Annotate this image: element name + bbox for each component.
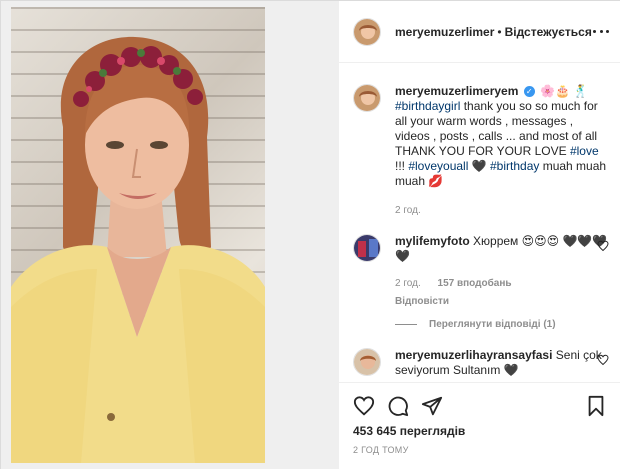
comments-section: meryemuzerlimeryem ✓ 🌸🎂 🕺 #birthdaygirl … <box>339 64 620 382</box>
caption-row: meryemuzerlimeryem ✓ 🌸🎂 🕺 #birthdaygirl … <box>353 84 609 218</box>
comment-icon[interactable] <box>387 395 409 417</box>
bookmark-icon[interactable] <box>585 395 607 417</box>
header-separator: • <box>497 24 502 39</box>
reply-button[interactable]: Відповісти <box>395 294 609 309</box>
verified-badge-icon: ✓ <box>523 86 535 98</box>
comment-text: meryemuzerlihayransayfasi Seni çok seviy… <box>395 348 609 378</box>
comment-username[interactable]: meryemuzerlihayransayfasi <box>395 348 552 362</box>
action-bar <box>353 395 607 419</box>
comment-meta: 2 год. 157 вподобань <box>395 276 609 291</box>
caption-time: 2 год. <box>395 205 421 216</box>
post-timestamp: 2 ГОД ТОМУ <box>353 445 409 455</box>
hashtag-loveyouall[interactable]: #loveyouall <box>408 159 468 173</box>
comment-text: mylifemyfoto Хюррем 😍😍😍 🖤🖤🖤🖤 2 год. 157 … <box>395 234 609 309</box>
comment-row: mylifemyfoto Хюррем 😍😍😍 🖤🖤🖤🖤 2 год. 157 … <box>353 234 609 309</box>
commenter-avatar[interactable] <box>353 348 381 376</box>
hashtag-love[interactable]: #love <box>570 144 599 158</box>
woman-portrait-image <box>11 36 265 463</box>
comment-likes[interactable]: 157 вподобань <box>438 278 512 289</box>
author-avatar[interactable] <box>353 17 381 46</box>
hashtag-birthdaygirl[interactable]: #birthdaygirl <box>395 99 460 113</box>
caption-text-3: 🖤 <box>468 159 490 173</box>
post-photo[interactable] <box>11 7 265 463</box>
comment-time: 2 год. <box>395 278 421 289</box>
instagram-post-modal: meryemuzerlimer • Відстежується meryemuz… <box>0 0 620 469</box>
caption-text: meryemuzerlimeryem ✓ 🌸🎂 🕺 #birthdaygirl … <box>395 84 609 218</box>
post-header: meryemuzerlimer • Відстежується <box>339 1 620 63</box>
post-media-panel <box>1 1 339 469</box>
hashtag-birthday[interactable]: #birthday <box>490 159 539 173</box>
author-username[interactable]: meryemuzerlimer <box>395 25 494 39</box>
comment-username[interactable]: mylifemyfoto <box>395 234 470 248</box>
post-details-panel: meryemuzerlimer • Відстежується meryemuz… <box>339 1 620 469</box>
view-replies-label: Переглянути відповіді (1) <box>429 319 556 330</box>
view-count[interactable]: 453 645 переглядів <box>353 424 465 438</box>
caption-text-2: !!! <box>395 159 409 173</box>
caption-emoji: 🌸🎂 🕺 <box>540 84 589 98</box>
view-replies-button[interactable]: Переглянути відповіді (1) <box>395 319 556 330</box>
commenter-avatar[interactable] <box>353 234 381 262</box>
paper-plane-icon[interactable] <box>421 395 443 417</box>
caption-username[interactable]: meryemuzerlimeryem <box>395 84 518 98</box>
follow-status-button[interactable]: Відстежується <box>505 25 592 39</box>
more-options-icon[interactable] <box>593 23 609 39</box>
post-footer: 453 645 переглядів 2 ГОД ТОМУ <box>339 382 620 469</box>
comment-like-heart-icon[interactable] <box>597 354 609 366</box>
heart-icon[interactable] <box>353 395 375 417</box>
view-replies-line <box>395 324 417 325</box>
caption-author-avatar[interactable] <box>353 84 381 112</box>
comment-row: meryemuzerlihayransayfasi Seni çok seviy… <box>353 348 609 378</box>
comment-like-heart-icon[interactable] <box>597 240 609 252</box>
